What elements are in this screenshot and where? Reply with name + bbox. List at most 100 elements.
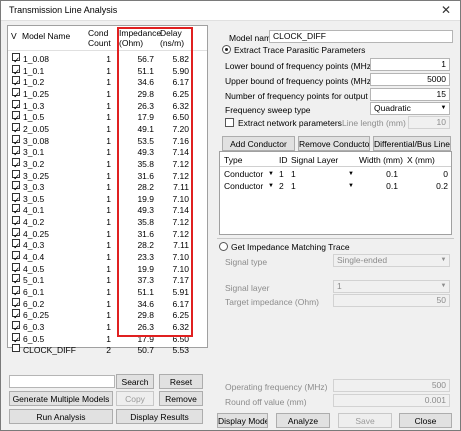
search-button[interactable]: Search bbox=[116, 374, 154, 389]
row-model-name: 5_0.1 bbox=[23, 275, 45, 286]
copy-button[interactable]: Copy bbox=[116, 391, 154, 406]
chevron-down-icon[interactable]: ▼ bbox=[348, 180, 354, 192]
chevron-down-icon[interactable]: ▼ bbox=[348, 168, 354, 180]
row-checkbox[interactable]: ✓ bbox=[12, 76, 20, 88]
chevron-down-icon: ▼ bbox=[440, 257, 447, 263]
col-header-type[interactable]: Type bbox=[224, 155, 242, 165]
cond-width[interactable]: 0.1 bbox=[368, 168, 398, 180]
row-checkbox[interactable]: ✓ bbox=[12, 169, 20, 182]
extract-network-checkbox[interactable] bbox=[225, 118, 234, 127]
row-checkbox[interactable]: ✓ bbox=[12, 99, 20, 112]
cond-layer[interactable]: 1 bbox=[291, 168, 296, 180]
sweep-type-label: Frequency sweep type bbox=[225, 105, 311, 115]
row-cond-count: 1 bbox=[106, 158, 111, 169]
row-model-name: 3_0.3 bbox=[23, 182, 45, 193]
col-header-cond[interactable]: Cond Count bbox=[88, 28, 111, 48]
row-checkbox[interactable]: ✓ bbox=[12, 53, 20, 65]
row-checkbox[interactable]: ✓ bbox=[12, 192, 20, 205]
cond-id: 1 bbox=[279, 169, 284, 179]
row-checkbox[interactable]: ✓ bbox=[12, 309, 20, 321]
num-points-label: Number of frequency points for output bbox=[225, 91, 368, 101]
lower-bound-input[interactable]: 1 bbox=[370, 58, 450, 71]
row-checkbox[interactable]: ✓ bbox=[12, 122, 20, 135]
row-cond-count: 1 bbox=[106, 88, 111, 99]
reset-button[interactable]: Reset bbox=[159, 374, 203, 389]
analyze-button[interactable]: Analyze bbox=[276, 413, 330, 428]
cond-width[interactable]: 0.1 bbox=[368, 180, 398, 192]
line-length-input[interactable]: 10 bbox=[408, 116, 450, 129]
row-checkbox[interactable]: ✓ bbox=[12, 64, 20, 77]
search-input[interactable] bbox=[9, 375, 115, 388]
cond-x[interactable]: 0.2 bbox=[416, 180, 448, 192]
cond-type[interactable]: Conductor bbox=[224, 180, 263, 192]
row-checkbox[interactable]: ✓ bbox=[12, 320, 20, 333]
add-conductor-button[interactable]: Add Conductor bbox=[222, 136, 295, 151]
operating-frequency-input[interactable]: 500 bbox=[333, 379, 450, 392]
row-checkbox[interactable]: ✓ bbox=[12, 251, 20, 263]
row-checkbox[interactable]: ✓ bbox=[12, 227, 20, 240]
cond-type[interactable]: Conductor bbox=[224, 168, 263, 180]
row-checkbox[interactable]: ✓ bbox=[12, 332, 20, 345]
row-checkbox[interactable]: ✓ bbox=[12, 204, 20, 216]
row-model-name: 6_0.2 bbox=[23, 298, 45, 309]
display-results-button[interactable]: Display Results bbox=[116, 409, 203, 424]
row-cond-count: 1 bbox=[106, 217, 111, 228]
row-checkbox[interactable]: ✓ bbox=[12, 239, 20, 251]
generate-models-button[interactable]: Generate Multiple Models bbox=[9, 391, 113, 406]
sweep-type-select[interactable]: Quadratic ▼ bbox=[370, 102, 450, 115]
row-cond-count: 1 bbox=[106, 135, 111, 146]
chevron-down-icon[interactable]: ▼ bbox=[268, 180, 274, 192]
chevron-down-icon[interactable]: ▼ bbox=[268, 168, 274, 180]
col-header-x[interactable]: X (mm) bbox=[407, 155, 435, 165]
col-header-model[interactable]: Model Name bbox=[22, 31, 70, 41]
run-analysis-button[interactable]: Run Analysis bbox=[9, 409, 113, 424]
row-model-name: 4_0.1 bbox=[23, 205, 45, 216]
row-model-name: 3_0.2 bbox=[23, 158, 45, 169]
impedance-radio[interactable] bbox=[219, 242, 228, 251]
differential-bus-button[interactable]: Differential/Bus Lines bbox=[373, 136, 451, 151]
save-button[interactable]: Save bbox=[338, 413, 392, 428]
conductor-row[interactable]: Conductor ▼ 1 1 ▼ 0.1 0 bbox=[220, 168, 451, 180]
row-model-name: 6_0.25 bbox=[23, 310, 49, 321]
row-checkbox[interactable]: ✓ bbox=[12, 262, 20, 275]
col-header-width[interactable]: Width (mm) bbox=[359, 155, 403, 165]
upper-bound-input[interactable]: 5000 bbox=[370, 73, 450, 86]
conductor-row[interactable]: Conductor ▼ 2 1 ▼ 0.1 0.2 bbox=[220, 180, 451, 192]
row-checkbox[interactable]: ✓ bbox=[12, 181, 20, 193]
col-header-v[interactable]: V bbox=[11, 31, 17, 41]
row-checkbox[interactable] bbox=[12, 344, 20, 353]
remove-conductor-button[interactable]: Remove Conductor bbox=[298, 136, 370, 151]
num-points-input[interactable]: 15 bbox=[370, 88, 450, 101]
row-checkbox[interactable]: ✓ bbox=[12, 87, 20, 100]
row-checkbox[interactable]: ✓ bbox=[12, 111, 20, 123]
row-checkbox[interactable]: ✓ bbox=[12, 286, 20, 298]
cond-layer[interactable]: 1 bbox=[291, 180, 296, 192]
remove-button[interactable]: Remove bbox=[159, 391, 203, 406]
target-impedance-input[interactable]: 50 bbox=[333, 294, 450, 307]
row-checkbox[interactable]: ✓ bbox=[12, 146, 20, 158]
signal-layer-select[interactable]: 1 ▼ bbox=[333, 280, 450, 293]
signal-type-select[interactable]: Single-ended ▼ bbox=[333, 254, 450, 267]
table-row[interactable]: CLOCK_DIFF 2 50.7 5.53 bbox=[8, 344, 208, 356]
close-icon[interactable]: ✕ bbox=[441, 3, 451, 17]
row-model-name: 3_0.08 bbox=[23, 135, 49, 146]
conductor-table: Type ID Signal Layer Width (mm) X (mm) C… bbox=[219, 151, 452, 235]
row-cond-count: 1 bbox=[106, 252, 111, 263]
round-off-input[interactable]: 0.001 bbox=[333, 394, 450, 407]
close-button[interactable]: Close bbox=[399, 413, 452, 428]
extract-radio[interactable] bbox=[222, 45, 231, 54]
row-checkbox[interactable]: ✓ bbox=[12, 134, 20, 147]
row-checkbox[interactable]: ✓ bbox=[12, 216, 20, 228]
row-model-name: 4_0.2 bbox=[23, 217, 45, 228]
row-model-name: 1_0.5 bbox=[23, 112, 45, 123]
display-model-button[interactable]: Display Model bbox=[217, 413, 268, 428]
model-name-input[interactable]: CLOCK_DIFF bbox=[269, 30, 453, 43]
col-header-id[interactable]: ID bbox=[279, 155, 288, 165]
row-checkbox[interactable]: ✓ bbox=[12, 274, 20, 286]
row-checkbox[interactable]: ✓ bbox=[12, 157, 20, 170]
extract-network-label: Extract network parameters bbox=[238, 118, 342, 128]
cond-x[interactable]: 0 bbox=[416, 168, 448, 180]
col-header-signal-layer[interactable]: Signal Layer bbox=[291, 155, 338, 165]
row-model-name: 1_0.3 bbox=[23, 100, 45, 111]
row-checkbox[interactable]: ✓ bbox=[12, 297, 20, 310]
